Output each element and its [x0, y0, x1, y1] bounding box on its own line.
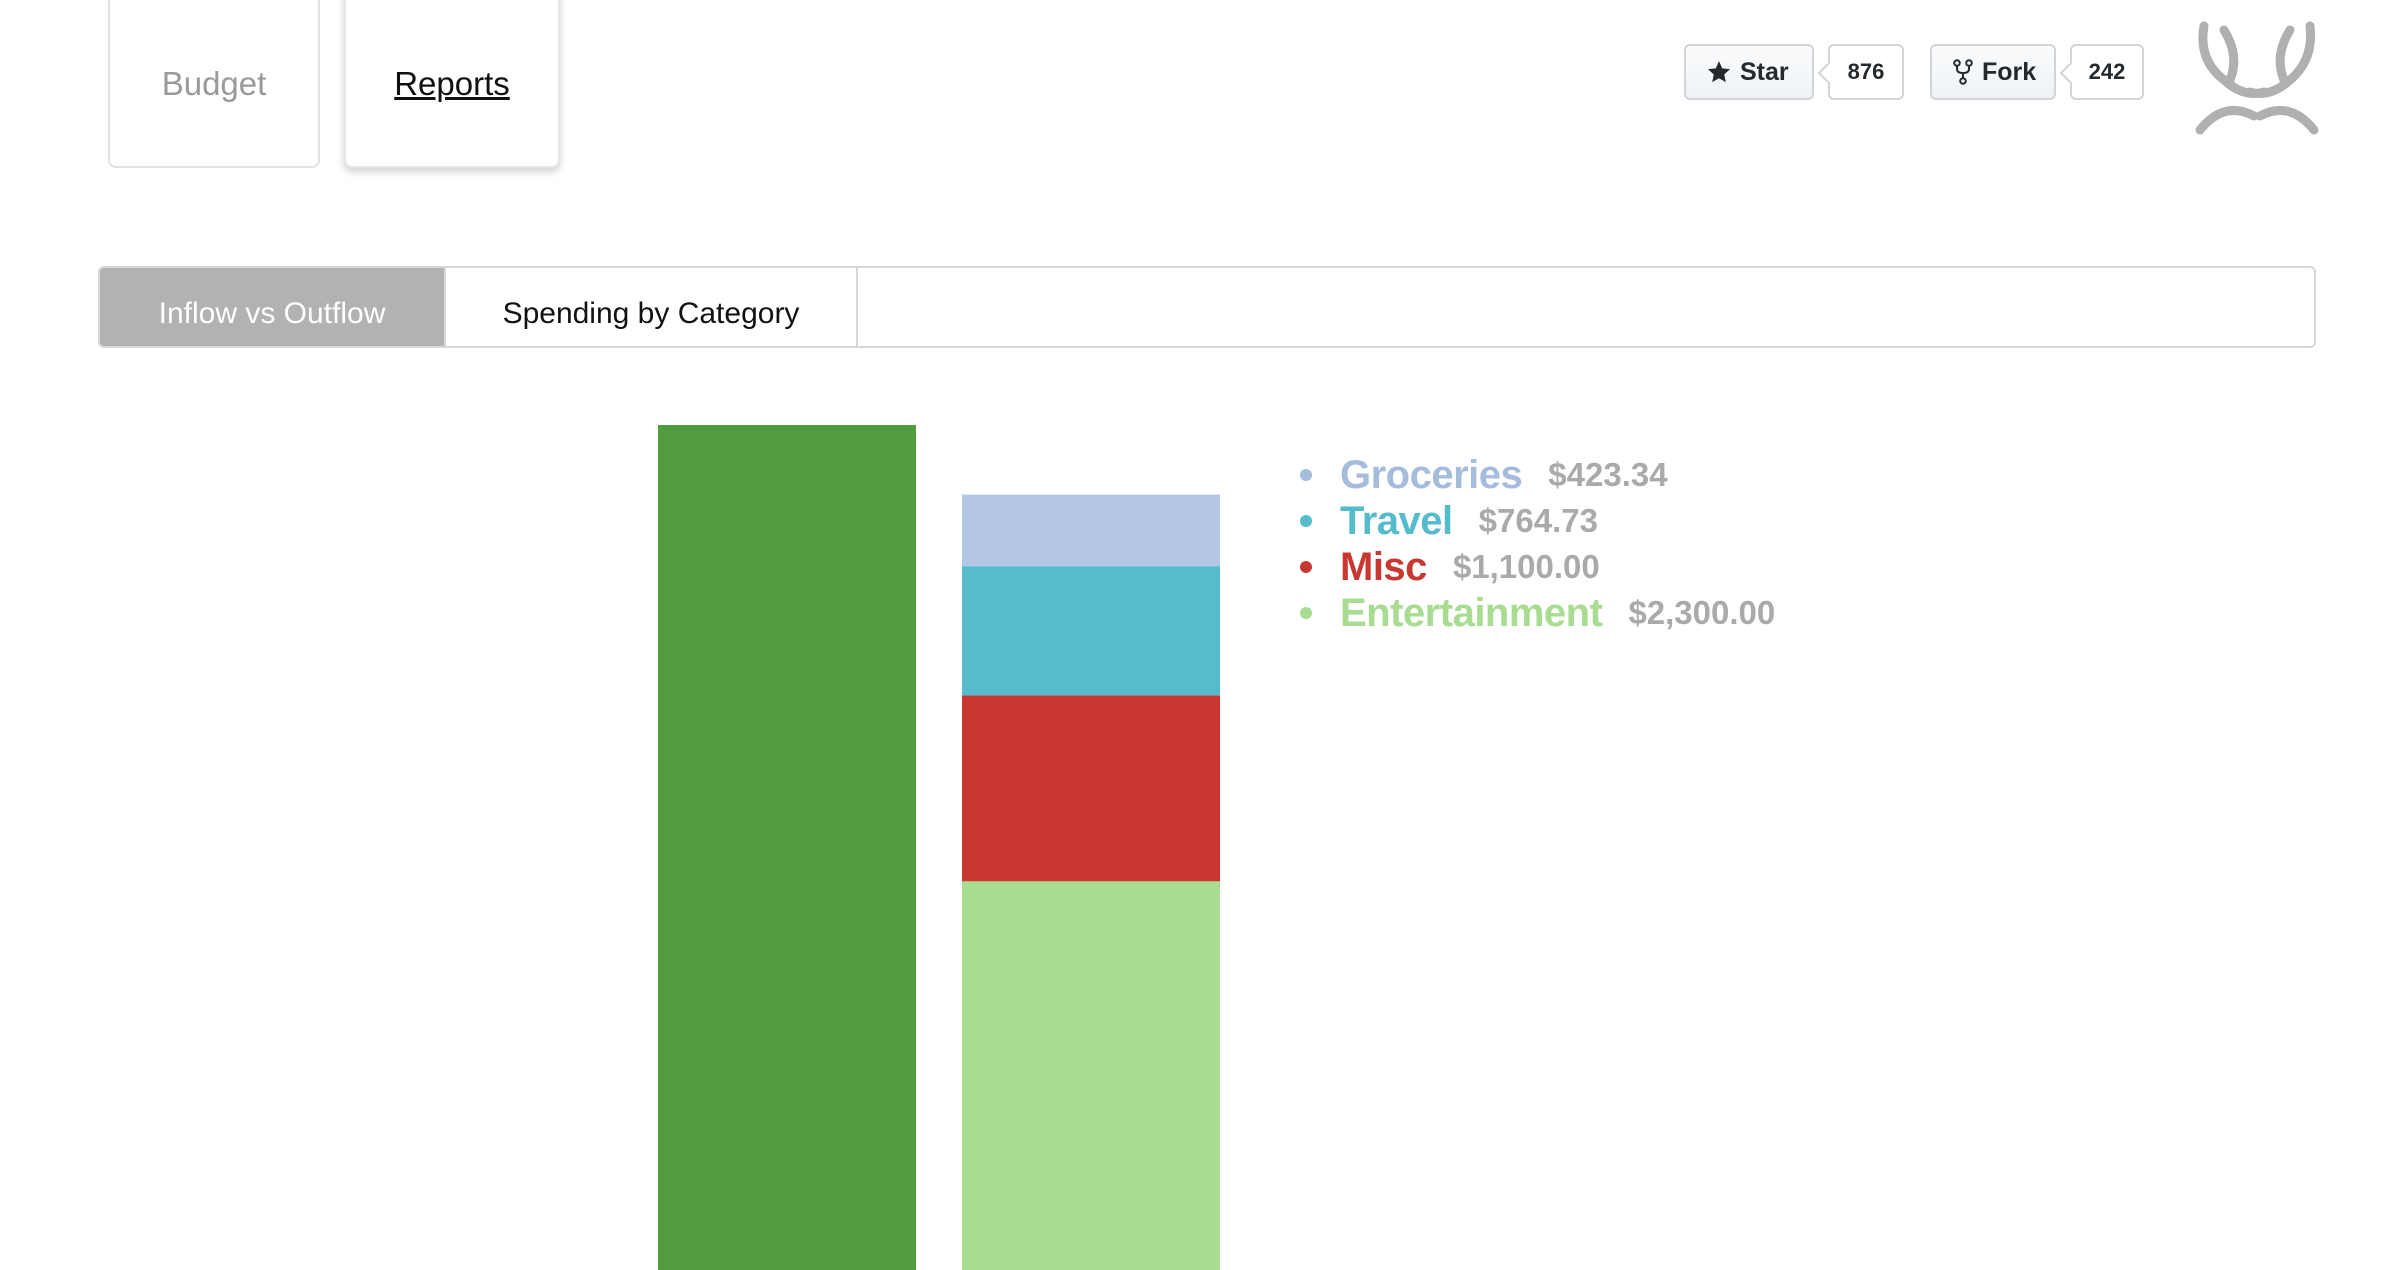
- legend-item-travel: Travel $764.73: [1300, 498, 1775, 544]
- github-star-count-value: 876: [1847, 59, 1885, 84]
- github-fork-label: Fork: [1982, 57, 2037, 86]
- github-star-label: Star: [1740, 57, 1789, 86]
- report-tabs: Inflow vs Outflow Spending by Category: [98, 266, 2316, 348]
- github-star-button[interactable]: Star: [1684, 44, 1814, 100]
- bar-outflow-entertainment: [962, 881, 1220, 1270]
- nav-tab-budget-label: Budget: [161, 65, 267, 102]
- legend-name-groceries: Groceries: [1340, 452, 1523, 497]
- legend-name-travel: Travel: [1340, 498, 1453, 543]
- legend-item-groceries: Groceries $423.34: [1300, 452, 1775, 498]
- legend-dot-entertainment: [1300, 607, 1312, 619]
- legend-amount-entertainment: $2,300.00: [1628, 594, 1776, 631]
- nav-tab-budget[interactable]: Budget: [108, 0, 320, 168]
- legend-dot-misc: [1300, 561, 1312, 573]
- tab-inflow-vs-outflow-label: Inflow vs Outflow: [158, 297, 386, 330]
- legend-amount-misc: $1,100.00: [1452, 548, 1600, 585]
- bar-outflow-travel: [962, 566, 1220, 696]
- legend-amount-travel: $764.73: [1478, 502, 1598, 539]
- legend-amount-groceries: $423.34: [1548, 456, 1668, 493]
- nav-tab-reports[interactable]: Reports: [344, 0, 560, 168]
- bar-outflow-misc: [962, 695, 1220, 882]
- legend-dot-groceries: [1300, 469, 1312, 481]
- legend-name-entertainment: Entertainment: [1340, 590, 1603, 635]
- legend-dot-travel: [1300, 515, 1312, 527]
- tab-inflow-vs-outflow[interactable]: Inflow vs Outflow: [100, 268, 444, 346]
- nav-tab-reports-label: Reports: [394, 65, 510, 102]
- leaf-logo-icon: [2194, 20, 2320, 140]
- legend-name-misc: Misc: [1340, 544, 1427, 589]
- github-fork-button[interactable]: Fork: [1930, 44, 2056, 100]
- tab-spending-by-category[interactable]: Spending by Category: [444, 268, 858, 346]
- bar-outflow-groceries: [962, 494, 1220, 567]
- tab-spending-by-category-label: Spending by Category: [502, 297, 800, 330]
- github-star-count[interactable]: 876: [1828, 44, 1904, 100]
- github-fork-count-value: 242: [2088, 59, 2126, 84]
- legend-item-misc: Misc $1,100.00: [1300, 544, 1775, 590]
- bar-inflow: [658, 425, 916, 1270]
- chart-legend: Groceries $423.34 Travel $764.73 Misc $1…: [1300, 452, 1775, 636]
- fork-icon: [1952, 59, 1974, 85]
- chart-svg: [658, 425, 1220, 1270]
- star-icon: [1706, 59, 1732, 85]
- github-fork-count[interactable]: 242: [2070, 44, 2144, 100]
- legend-item-entertainment: Entertainment $2,300.00: [1300, 590, 1775, 636]
- inflow-outflow-chart: [0, 380, 2400, 1270]
